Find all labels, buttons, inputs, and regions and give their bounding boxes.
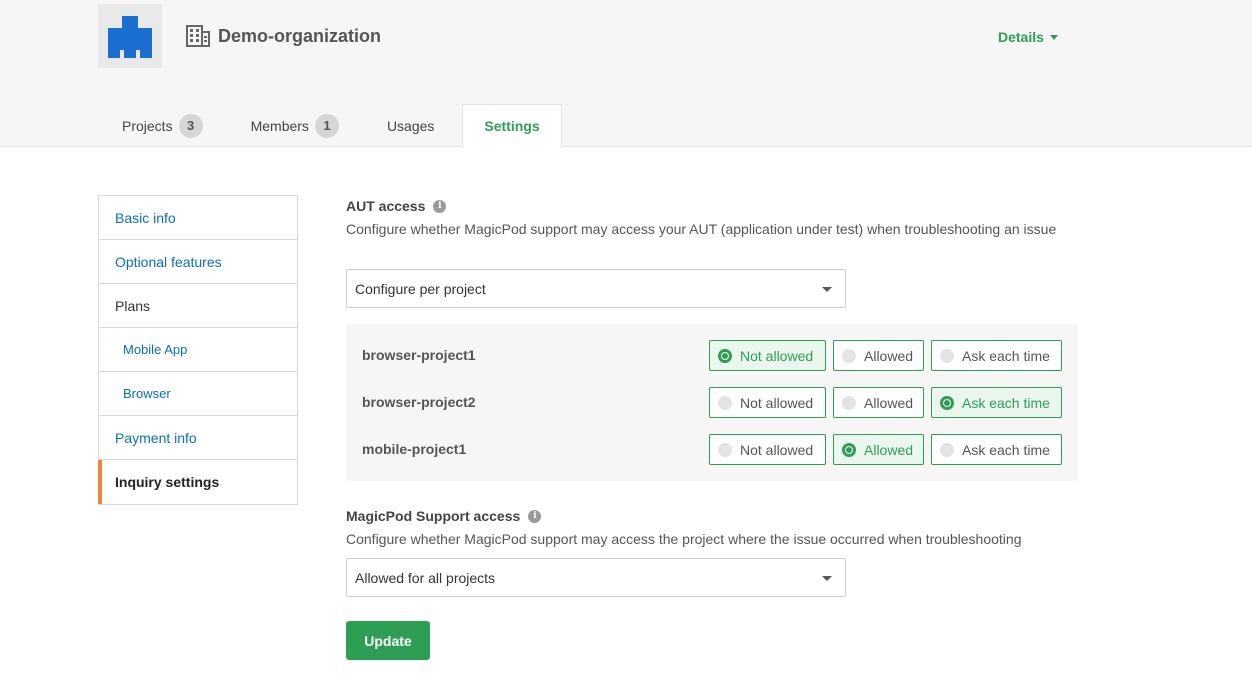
settings-sidebar: Basic info Optional features Plans Mobil… [98,195,298,505]
support-access-title: MagicPod Support access i [346,508,542,524]
radio-unchecked-icon [718,442,732,457]
section-title-text: MagicPod Support access [346,508,521,524]
details-dropdown[interactable]: Details [998,28,1058,46]
radio-unchecked-icon [842,348,856,363]
org-header: Demo-organization Details Projects 3 Mem… [0,0,1252,148]
project-name: mobile-project1 [362,441,467,457]
option-label: Ask each time [962,441,1050,458]
dropdown-arrow-icon [822,287,832,292]
sidebar-item-browser[interactable]: Browser [99,372,297,416]
tab-label: Usages [386,117,435,134]
support-access-select[interactable]: Allowed for all projects [346,558,846,597]
org-tabs: Projects 3 Members 1 Usages Settings [98,104,562,148]
radio-ask-each-time[interactable]: Ask each time [931,340,1062,371]
info-icon[interactable]: i [528,509,542,523]
option-label: Allowed [864,347,914,364]
radio-unchecked-icon [940,442,954,457]
tab-settings[interactable]: Settings [462,104,562,148]
project-access-list: browser-project1 Not allowed Allowed Ask… [346,324,1078,481]
project-name: browser-project1 [362,347,476,363]
project-name: browser-project2 [362,394,476,410]
count-badge: 3 [178,113,203,138]
project-row: browser-project1 Not allowed Allowed Ask… [346,340,1078,371]
radio-checked-icon [940,395,954,410]
radio-ask-each-time[interactable]: Ask each time [931,387,1062,418]
tab-label: Projects [122,117,173,134]
tab-usages[interactable]: Usages [363,104,458,147]
option-label: Not allowed [740,441,814,458]
option-label: Allowed [864,441,914,458]
tab-members[interactable]: Members 1 [227,104,363,147]
radio-unchecked-icon [842,395,856,410]
aut-access-description: Configure whether MagicPod support may a… [346,221,1057,237]
radio-checked-icon [842,442,856,457]
sidebar-item-basic-info[interactable]: Basic info [99,196,297,240]
sidebar-item-payment-info[interactable]: Payment info [99,416,297,460]
radio-not-allowed[interactable]: Not allowed [709,340,826,371]
tab-label: Members [250,117,309,134]
magicpod-logo [98,4,162,68]
sidebar-item-mobile-app[interactable]: Mobile App [99,328,297,372]
info-icon[interactable]: i [433,199,447,213]
org-name: Demo-organization [218,26,382,46]
select-value: Configure per project [355,280,486,297]
update-button[interactable]: Update [346,621,430,660]
radio-ask-each-time[interactable]: Ask each time [931,434,1062,465]
tab-label: Settings [484,118,540,134]
details-label: Details [998,29,1044,45]
support-access-description: Configure whether MagicPod support may a… [346,531,1022,547]
section-title-text: AUT access [346,198,426,214]
sidebar-item-inquiry-settings[interactable]: Inquiry settings [98,460,297,504]
radio-unchecked-icon [940,348,954,363]
option-label: Allowed [864,394,914,411]
radio-checked-icon [718,348,732,363]
project-row: browser-project2 Not allowed Allowed Ask… [346,387,1078,418]
radio-allowed[interactable]: Allowed [833,340,924,371]
aut-access-select[interactable]: Configure per project [346,269,846,308]
building-icon [186,25,210,47]
select-value: Allowed for all projects [355,569,496,586]
caret-down-icon [1049,34,1058,40]
sidebar-item-optional-features[interactable]: Optional features [99,240,297,284]
option-label: Not allowed [740,347,814,364]
aut-access-title: AUT access i [346,198,447,214]
radio-not-allowed[interactable]: Not allowed [709,387,826,418]
option-label: Not allowed [740,394,814,411]
radio-not-allowed[interactable]: Not allowed [709,434,826,465]
option-label: Ask each time [962,394,1050,411]
count-badge: 1 [314,113,339,138]
sidebar-item-plans: Plans [99,284,297,328]
radio-unchecked-icon [718,395,732,410]
tab-projects[interactable]: Projects 3 [98,104,227,147]
dropdown-arrow-icon [822,576,832,581]
radio-allowed[interactable]: Allowed [833,434,924,465]
option-label: Ask each time [962,347,1050,364]
radio-allowed[interactable]: Allowed [833,387,924,418]
project-row: mobile-project1 Not allowed Allowed Ask … [346,434,1078,465]
